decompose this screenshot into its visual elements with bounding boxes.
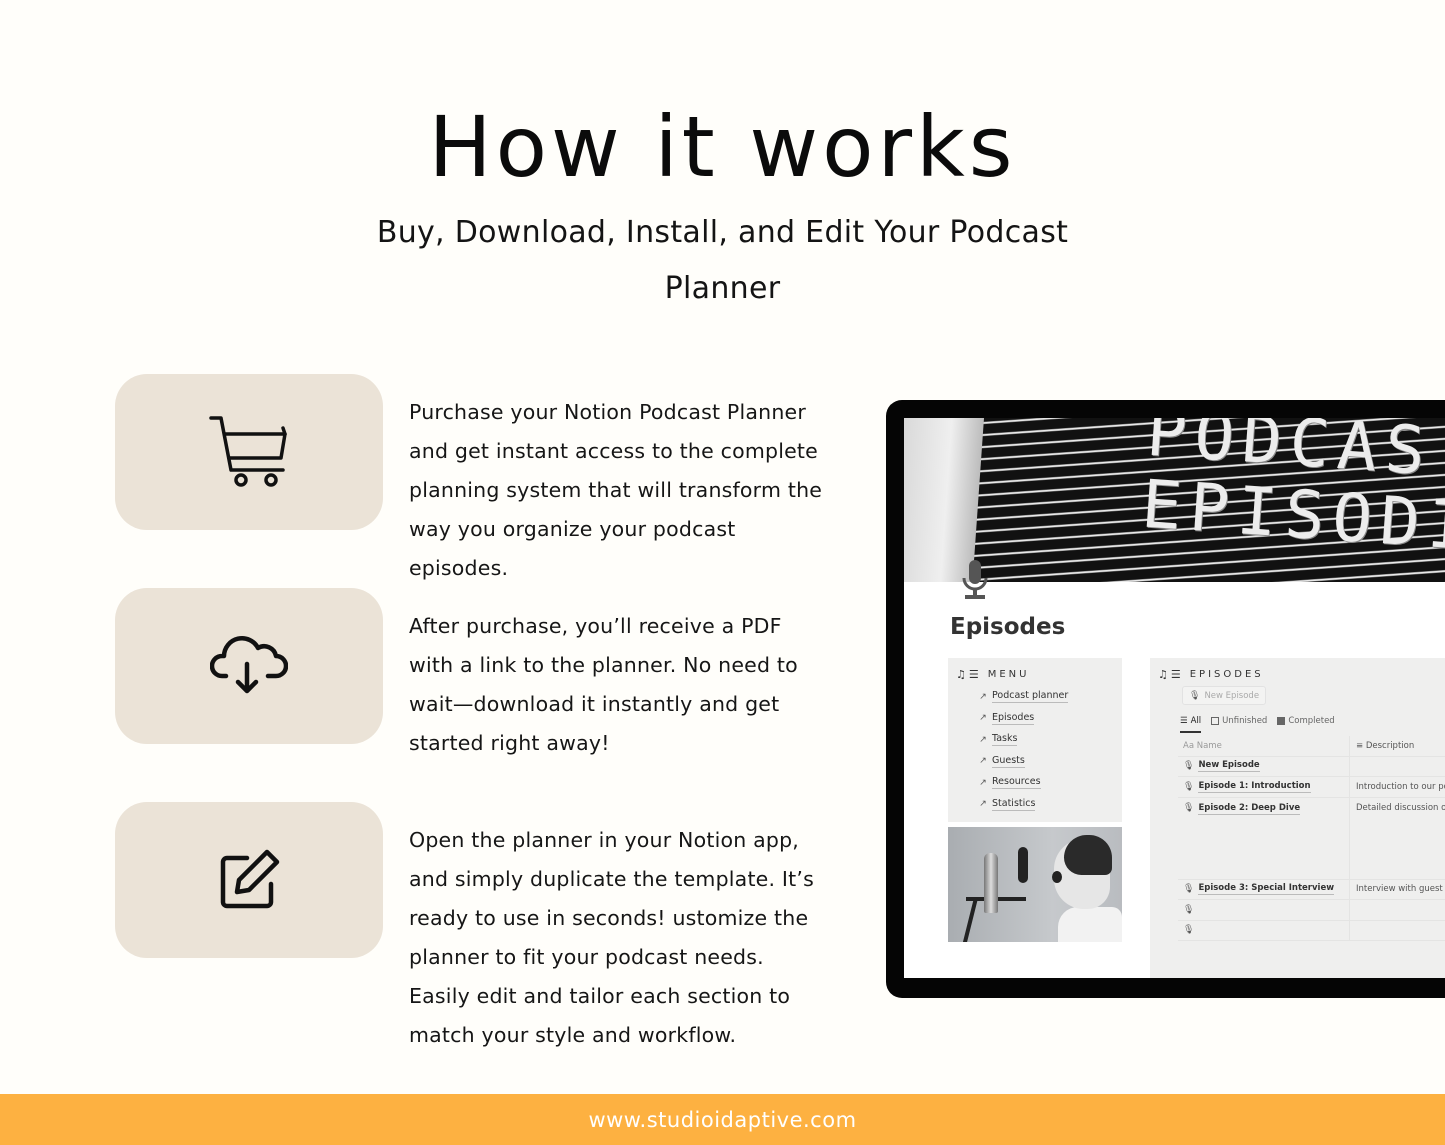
tab-all[interactable]: ☰ All <box>1180 713 1202 733</box>
column-description[interactable]: ≡ Description <box>1350 741 1414 751</box>
link-icon: ↗ <box>979 691 987 702</box>
checkbox-icon <box>1211 717 1220 725</box>
new-episode-button[interactable]: 🎙︎ New Episode <box>1182 686 1267 705</box>
checked-box-icon <box>1277 717 1286 725</box>
table-row[interactable]: 🎙︎ New Episode <box>1178 756 1445 777</box>
step-download-card <box>115 588 383 744</box>
music-list-icon: ♫☰ <box>1158 668 1184 681</box>
menu-item-guests[interactable]: ↗ Guests <box>978 751 1068 773</box>
microphone-icon: 🎙︎ <box>1183 904 1195 915</box>
menu-list: ↗ Podcast planner ↗ Episodes ↗ Tasks ↗ Guest… <box>978 686 1069 816</box>
footer-bar: www.studioidaptive.com <box>0 1094 1445 1145</box>
menu-item-tasks[interactable]: ↗ Tasks <box>978 729 1068 751</box>
notion-screen: PODCAS EPISODI Episodes ♫☰ MENU ↗ Podcast… <box>904 418 1445 978</box>
notion-page-title: Episodes <box>950 614 1066 640</box>
episodes-table: Aa Name ≡ Description 🎙︎ New Episode 🎙︎ Ep… <box>1178 736 1445 941</box>
link-icon: ↗ <box>979 713 987 724</box>
menu-panel: ♫☰ MENU ↗ Podcast planner ↗ Episodes ↗ Task… <box>948 658 1122 822</box>
tablet-preview: PODCAS EPISODI Episodes ♫☰ MENU ↗ Podcast… <box>886 400 1445 998</box>
table-header: Aa Name ≡ Description <box>1178 736 1445 757</box>
menu-item-statistics[interactable]: ↗ Statistics <box>978 794 1068 816</box>
step-edit-text: Open the planner in your Notion app, and… <box>409 828 815 1047</box>
microphone-icon: 🎙︎ <box>1183 925 1195 936</box>
shopping-cart-icon <box>209 416 287 487</box>
table-row[interactable]: 🎙︎ <box>1178 900 1445 921</box>
subtitle-line-1: Buy, Download, Install, and Edit Your Po… <box>376 215 1069 250</box>
menu-item-resources[interactable]: ↗ Resources <box>978 772 1068 794</box>
microphone-icon: 🎙︎ <box>1183 802 1195 813</box>
microphone-icon: 🎙︎ <box>1189 690 1201 701</box>
column-name[interactable]: Aa Name <box>1178 736 1350 756</box>
cover-image: PODCAS EPISODI <box>904 418 1445 582</box>
subtitle-line-2: Planner <box>664 271 781 306</box>
step-buy-card <box>115 374 383 530</box>
music-list-icon: ♫☰ <box>956 668 982 681</box>
edit-icon <box>220 849 280 909</box>
table-row[interactable]: 🎙︎ Episode 3: Special Interview Interview… <box>1178 879 1445 900</box>
menu-item-podcast-planner[interactable]: ↗ Podcast planner <box>978 686 1069 708</box>
menu-heading: MENU <box>987 669 1030 680</box>
tab-unfinished[interactable]: Unfinished <box>1211 713 1267 729</box>
page-title: How it works <box>428 98 1017 196</box>
step-download-text: After purchase, you’ll receive a PDF wit… <box>409 614 798 755</box>
episodes-heading: EPISODES <box>1189 669 1264 680</box>
menu-item-episodes[interactable]: ↗ Episodes <box>978 708 1068 730</box>
page-subtitle: Buy, Download, Install, and Edit Your Po… <box>340 205 1105 317</box>
cover-letterboard-text: PODCAS EPISODI <box>1139 418 1445 566</box>
text-lines-icon: ≡ <box>1356 740 1366 751</box>
view-tabs: ☰ All Unfinished Completed <box>1180 713 1335 733</box>
episodes-database: ♫☰ EPISODES 🎙︎ New Episode ☰ All Unfinish… <box>1150 658 1445 978</box>
link-icon: ↗ <box>979 777 987 788</box>
step-edit-card <box>115 802 383 958</box>
tab-completed[interactable]: Completed <box>1277 713 1335 729</box>
website-link[interactable]: www.studioidaptive.com <box>588 1108 856 1132</box>
microphone-icon: 🎙︎ <box>1183 781 1195 792</box>
cloud-download-icon <box>210 636 288 694</box>
link-icon: ↗ <box>979 734 987 745</box>
list-icon: ☰ <box>1180 716 1188 726</box>
table-row[interactable]: 🎙︎ Episode 1: Introduction Introduction t… <box>1178 777 1445 798</box>
link-icon: ↗ <box>979 799 987 810</box>
microphone-icon: 🎙︎ <box>1183 884 1195 895</box>
microphone-icon: 🎙︎ <box>1183 761 1195 772</box>
microphone-icon <box>962 560 988 599</box>
step-buy-text: Purchase your Notion Podcast Planner and… <box>409 400 823 580</box>
boy-singing-photo <box>948 827 1122 942</box>
table-row[interactable]: 🎙︎ <box>1178 920 1445 941</box>
link-icon: ↗ <box>979 756 987 767</box>
table-row[interactable]: 🎙︎ Episode 2: Deep Dive Detailed discussi… <box>1178 797 1445 880</box>
